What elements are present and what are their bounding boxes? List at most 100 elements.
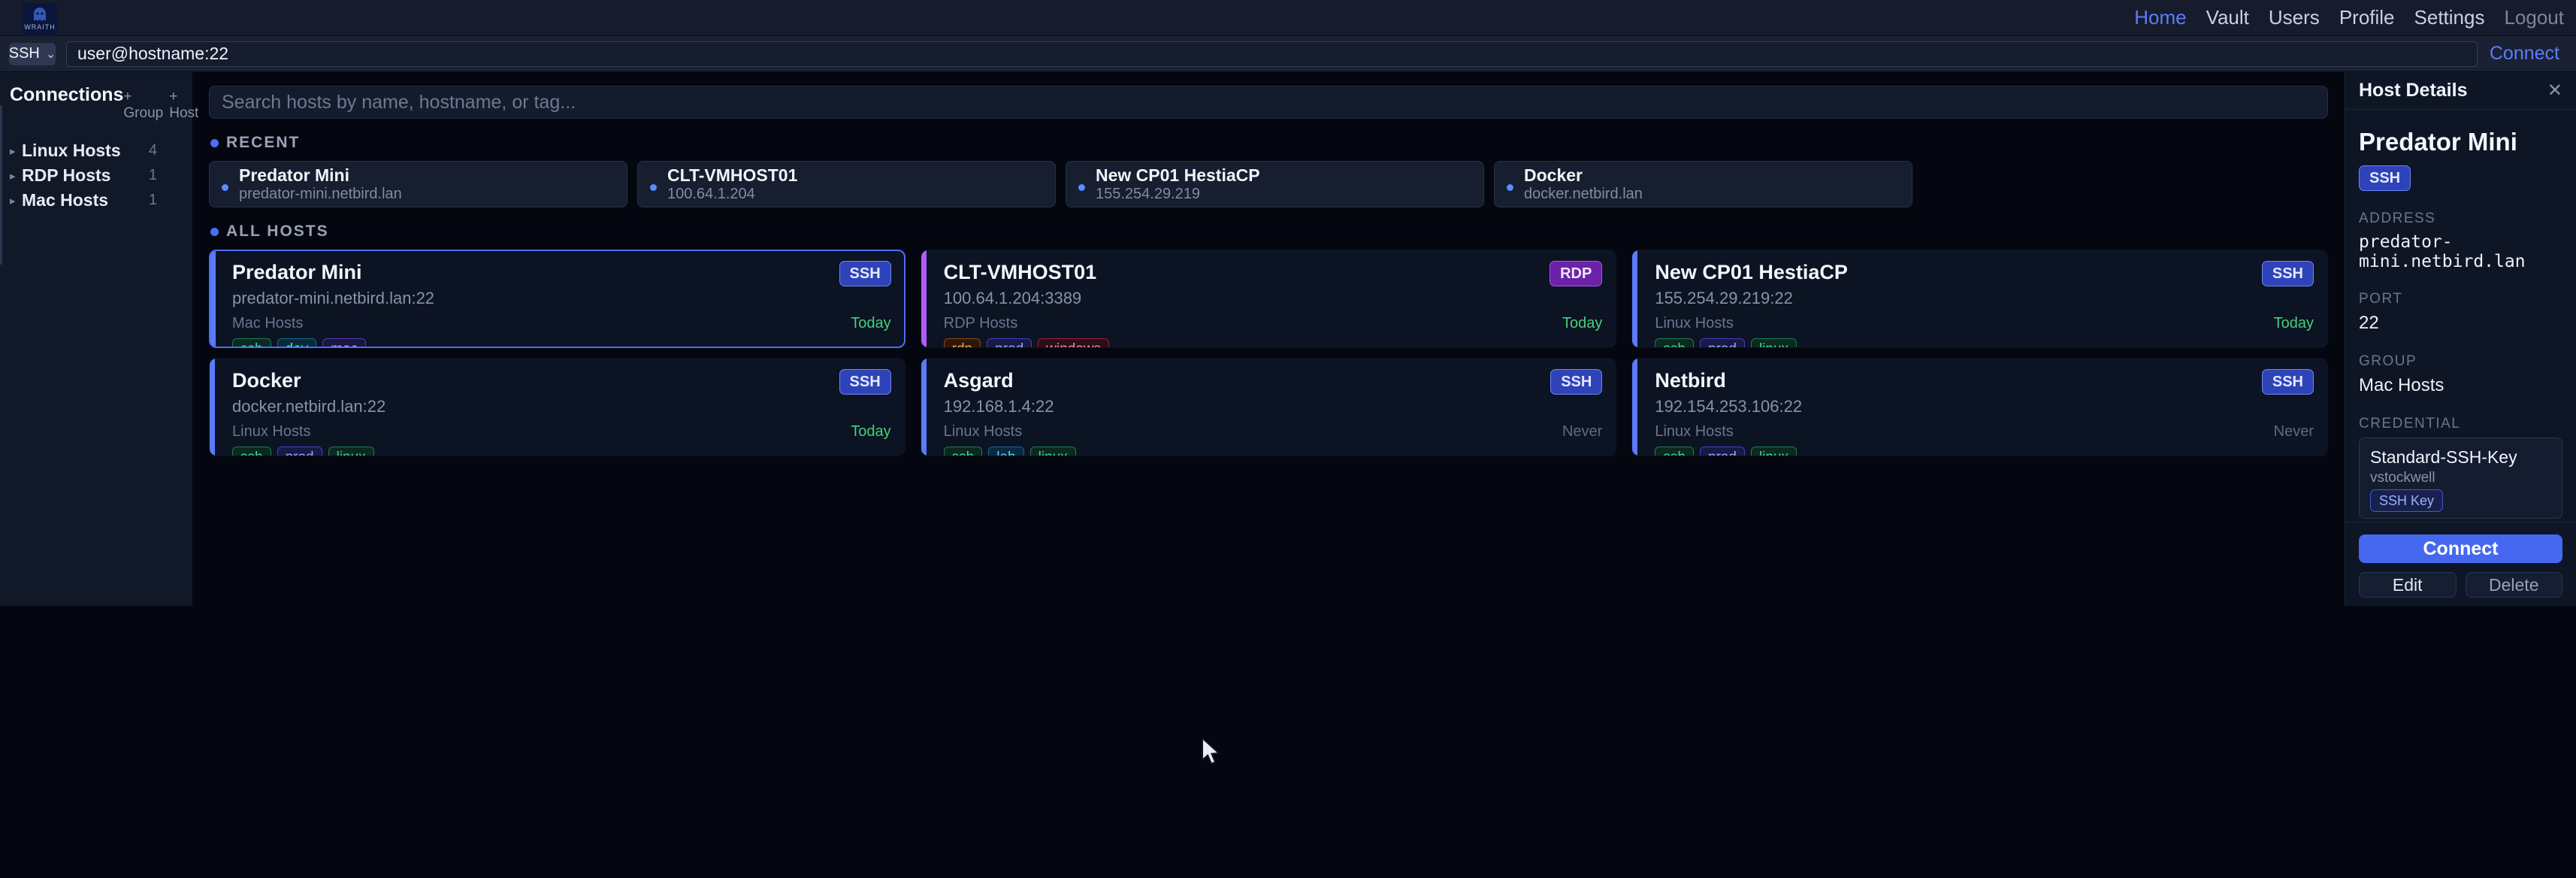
- content-area: Connections + Group + Host ▸ Linux Hosts…: [0, 72, 2576, 606]
- recent-name: Docker: [1524, 165, 1643, 186]
- protocol-select[interactable]: SSH ⌄: [9, 43, 56, 65]
- host-name: Netbird: [1655, 369, 1726, 392]
- sidebar-group-mac-hosts[interactable]: ▸ Mac Hosts 1: [10, 188, 183, 213]
- connect-button[interactable]: Connect: [2359, 534, 2562, 563]
- group-label: GROUP: [2359, 353, 2562, 370]
- host-name: Asgard: [944, 369, 1014, 392]
- tag-pill: ssh: [944, 447, 983, 456]
- nav-logout[interactable]: Logout: [2504, 6, 2564, 29]
- host-address: 192.154.253.106:22: [1655, 397, 2314, 416]
- recent-card-predator-mini[interactable]: Predator Mini predator-mini.netbird.lan: [209, 161, 627, 207]
- recent-name: Predator Mini: [239, 165, 402, 186]
- host-group: Linux Hosts: [232, 423, 311, 441]
- recent-card-clt-vmhost01[interactable]: CLT-VMHOST01 100.64.1.204: [637, 161, 1056, 207]
- credential-label: CREDENTIAL: [2359, 416, 2562, 432]
- credential-name: Standard-SSH-Key: [2370, 447, 2551, 468]
- brand-name: WRAITH: [24, 24, 56, 31]
- tag-pill: windows: [1038, 338, 1109, 348]
- tag-pill: dev: [277, 338, 317, 348]
- app-logo[interactable]: WRAITH: [23, 3, 57, 35]
- panel-title: Host Details: [2359, 80, 2467, 101]
- recent-card-new-cp01[interactable]: New CP01 HestiaCP 155.254.29.219: [1066, 161, 1484, 207]
- toolbar-connect-button[interactable]: Connect: [2490, 43, 2559, 65]
- tag-pill: linux: [1751, 338, 1797, 348]
- tag-pill: linux: [328, 447, 374, 456]
- host-address: docker.netbird.lan:22: [232, 397, 891, 416]
- host-card-predator-mini[interactable]: Predator Mini SSH predator-mini.netbird.…: [209, 250, 906, 348]
- port-label: PORT: [2359, 291, 2562, 307]
- last-connected: Never: [1562, 423, 1602, 441]
- host-card-clt-vmhost01[interactable]: CLT-VMHOST01 RDP 100.64.1.204:3389 RDP H…: [921, 250, 1617, 348]
- connections-sidebar: Connections + Group + Host ▸ Linux Hosts…: [0, 72, 192, 606]
- tag-pill: prod: [1700, 447, 1745, 456]
- section-dot-icon: [210, 228, 219, 236]
- nav-profile[interactable]: Profile: [2339, 6, 2395, 29]
- edit-button[interactable]: Edit: [2359, 572, 2457, 598]
- group-count: 1: [149, 167, 157, 184]
- tag-pill: linux: [1030, 447, 1076, 456]
- group-label: Mac Hosts: [22, 190, 149, 210]
- host-name: CLT-VMHOST01: [944, 261, 1097, 283]
- protocol-badge: SSH: [839, 261, 891, 286]
- caret-right-icon: ▸: [10, 169, 22, 183]
- address-input[interactable]: user@hostname:22: [66, 41, 2478, 67]
- protocol-badge: SSH: [839, 369, 891, 395]
- add-group-button[interactable]: + Group: [123, 89, 163, 122]
- nav-settings[interactable]: Settings: [2414, 6, 2485, 29]
- host-group: RDP Hosts: [944, 315, 1018, 332]
- detail-host-name: Predator Mini: [2359, 128, 2562, 156]
- tag-pill: rdp: [944, 338, 981, 348]
- host-card-docker[interactable]: Docker SSH docker.netbird.lan:22 Linux H…: [209, 358, 906, 456]
- recent-subtitle: 155.254.29.219: [1096, 186, 1260, 203]
- host-group: Linux Hosts: [1655, 315, 1734, 332]
- credential-type-badge: SSH Key: [2370, 489, 2443, 512]
- recent-card-docker[interactable]: Docker docker.netbird.lan: [1494, 161, 1912, 207]
- host-card-asgard[interactable]: Asgard SSH 192.168.1.4:22 Linux Hosts Ne…: [921, 358, 1617, 456]
- status-dot-icon: [1507, 184, 1513, 191]
- recent-subtitle: docker.netbird.lan: [1524, 186, 1643, 203]
- protocol-select-value: SSH: [9, 45, 40, 62]
- host-card-new-cp01[interactable]: New CP01 HestiaCP SSH 155.254.29.219:22 …: [1631, 250, 2328, 348]
- nav-vault[interactable]: Vault: [2206, 6, 2249, 29]
- caret-right-icon: ▸: [10, 194, 22, 207]
- quick-connect-toolbar: SSH ⌄ user@hostname:22 Connect: [0, 36, 2576, 72]
- tag-pill: ssh: [1655, 447, 1694, 456]
- delete-button[interactable]: Delete: [2466, 572, 2563, 598]
- group-count: 4: [149, 142, 157, 159]
- last-connected: Today: [851, 315, 890, 332]
- recent-heading: RECENT: [226, 134, 300, 152]
- caret-right-icon: ▸: [10, 144, 22, 158]
- host-address: 100.64.1.204:3389: [944, 289, 1603, 308]
- add-host-button[interactable]: + Host: [169, 89, 198, 122]
- section-dot-icon: [210, 139, 219, 147]
- recent-cards-row: Predator Mini predator-mini.netbird.lan …: [209, 161, 2328, 207]
- tag-pill: ssh: [232, 447, 271, 456]
- protocol-badge: SSH: [1550, 369, 1602, 395]
- chevron-down-icon: ⌄: [46, 47, 56, 62]
- tag-pill: prod: [1700, 338, 1745, 348]
- protocol-badge: RDP: [1550, 261, 1602, 286]
- group-count: 1: [149, 192, 157, 209]
- sidebar-accent-rail: [0, 105, 2, 265]
- search-input[interactable]: Search hosts by name, hostname, or tag..…: [209, 86, 2328, 119]
- close-icon[interactable]: ✕: [2547, 82, 2562, 100]
- host-card-netbird[interactable]: Netbird SSH 192.154.253.106:22 Linux Hos…: [1631, 358, 2328, 456]
- credential-card[interactable]: Standard-SSH-Key vstockwell SSH Key: [2359, 437, 2562, 519]
- last-connected: Never: [2274, 423, 2314, 441]
- host-address: 192.168.1.4:22: [944, 397, 1603, 416]
- recent-subtitle: predator-mini.netbird.lan: [239, 186, 402, 203]
- sidebar-group-linux-hosts[interactable]: ▸ Linux Hosts 4: [10, 138, 183, 163]
- last-connected: Today: [851, 423, 890, 441]
- tag-pill: lab: [988, 447, 1023, 456]
- nav-users[interactable]: Users: [2269, 6, 2320, 29]
- group-value: Mac Hosts: [2359, 375, 2562, 396]
- nav-home[interactable]: Home: [2134, 6, 2186, 29]
- host-group: Linux Hosts: [1655, 423, 1734, 441]
- sidebar-group-rdp-hosts[interactable]: ▸ RDP Hosts 1: [10, 163, 183, 188]
- hosts-main: Search hosts by name, hostname, or tag..…: [192, 72, 2345, 606]
- tag-pill: linux: [1751, 447, 1797, 456]
- port-value: 22: [2359, 313, 2562, 334]
- recent-name: CLT-VMHOST01: [667, 165, 797, 186]
- status-dot-icon: [222, 184, 228, 191]
- group-label: Linux Hosts: [22, 141, 149, 161]
